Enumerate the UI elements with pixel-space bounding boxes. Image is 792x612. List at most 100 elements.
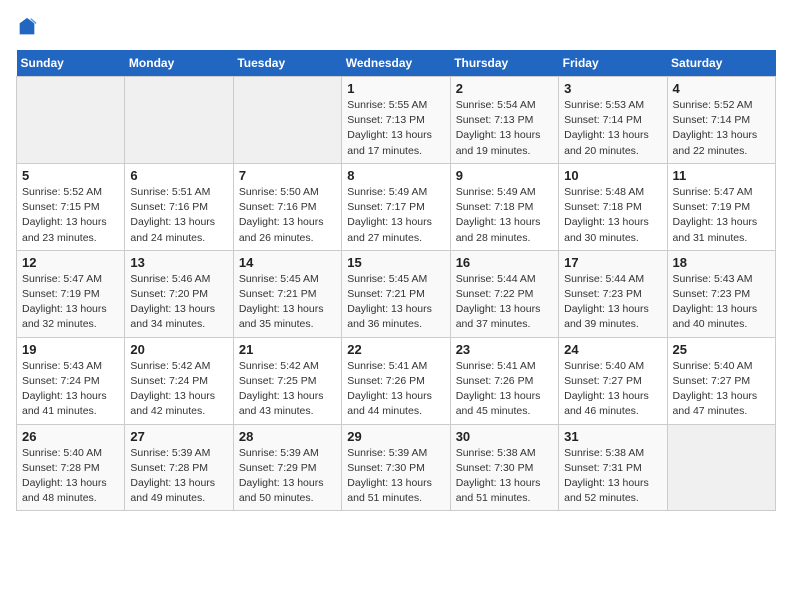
- calendar-cell: 18 Sunrise: 5:43 AMSunset: 7:23 PMDayligh…: [667, 250, 775, 337]
- day-number: 28: [239, 429, 336, 444]
- day-info: Sunrise: 5:49 AMSunset: 7:18 PMDaylight:…: [456, 185, 553, 246]
- day-number: 7: [239, 168, 336, 183]
- calendar-week-row: 19Sunrise: 5:43 AMSunset: 7:24 PMDayligh…: [17, 337, 776, 424]
- calendar-cell: 25 Sunrise: 5:40 AMSunset: 7:27 PMDayligh…: [667, 337, 775, 424]
- day-info: Sunrise: 5:38 AMSunset: 7:31 PMDaylight:…: [564, 446, 661, 507]
- calendar-cell: 9Sunrise: 5:49 AMSunset: 7:18 PMDaylight…: [450, 163, 558, 250]
- weekday-header: Saturday: [667, 50, 775, 77]
- calendar-cell: 2 Sunrise: 5:54 AMSunset: 7:13 PMDaylight…: [450, 77, 558, 164]
- day-info: Sunrise: 5:42 AMSunset: 7:25 PMDaylight:…: [239, 359, 336, 420]
- calendar-cell: 26 Sunrise: 5:40 AMSunset: 7:28 PMDayligh…: [17, 424, 125, 511]
- calendar-cell: [667, 424, 775, 511]
- day-number: 22: [347, 342, 444, 357]
- day-info: Sunrise: 5:50 AMSunset: 7:16 PMDaylight:…: [239, 185, 336, 246]
- day-number: 30: [456, 429, 553, 444]
- calendar-cell: 11 Sunrise: 5:47 AMSunset: 7:19 PMDayligh…: [667, 163, 775, 250]
- day-number: 6: [130, 168, 227, 183]
- calendar-cell: 23Sunrise: 5:41 AMSunset: 7:26 PMDayligh…: [450, 337, 558, 424]
- calendar-cell: 17Sunrise: 5:44 AMSunset: 7:23 PMDayligh…: [559, 250, 667, 337]
- calendar-cell: 30Sunrise: 5:38 AMSunset: 7:30 PMDayligh…: [450, 424, 558, 511]
- day-number: 10: [564, 168, 661, 183]
- day-number: 29: [347, 429, 444, 444]
- logo: [16, 16, 40, 38]
- day-number: 18: [673, 255, 770, 270]
- day-info: Sunrise: 5:54 AMSunset: 7:13 PMDaylight:…: [456, 98, 553, 159]
- calendar-cell: 7 Sunrise: 5:50 AMSunset: 7:16 PMDaylight…: [233, 163, 341, 250]
- day-info: Sunrise: 5:43 AMSunset: 7:23 PMDaylight:…: [673, 272, 770, 333]
- day-number: 12: [22, 255, 119, 270]
- calendar-cell: 27 Sunrise: 5:39 AMSunset: 7:28 PMDayligh…: [125, 424, 233, 511]
- calendar-cell: 24Sunrise: 5:40 AMSunset: 7:27 PMDayligh…: [559, 337, 667, 424]
- calendar-cell: 6 Sunrise: 5:51 AMSunset: 7:16 PMDaylight…: [125, 163, 233, 250]
- day-info: Sunrise: 5:49 AMSunset: 7:17 PMDaylight:…: [347, 185, 444, 246]
- day-number: 3: [564, 81, 661, 96]
- day-number: 16: [456, 255, 553, 270]
- calendar-cell: 8 Sunrise: 5:49 AMSunset: 7:17 PMDaylight…: [342, 163, 450, 250]
- calendar-cell: 29 Sunrise: 5:39 AMSunset: 7:30 PMDayligh…: [342, 424, 450, 511]
- day-info: Sunrise: 5:41 AMSunset: 7:26 PMDaylight:…: [347, 359, 444, 420]
- logo-icon: [16, 16, 38, 38]
- day-info: Sunrise: 5:40 AMSunset: 7:28 PMDaylight:…: [22, 446, 119, 507]
- day-info: Sunrise: 5:46 AMSunset: 7:20 PMDaylight:…: [130, 272, 227, 333]
- calendar-table: SundayMondayTuesdayWednesdayThursdayFrid…: [16, 50, 776, 511]
- day-info: Sunrise: 5:53 AMSunset: 7:14 PMDaylight:…: [564, 98, 661, 159]
- day-number: 31: [564, 429, 661, 444]
- calendar-cell: 28 Sunrise: 5:39 AMSunset: 7:29 PMDayligh…: [233, 424, 341, 511]
- day-info: Sunrise: 5:45 AMSunset: 7:21 PMDaylight:…: [347, 272, 444, 333]
- day-info: Sunrise: 5:52 AMSunset: 7:15 PMDaylight:…: [22, 185, 119, 246]
- calendar-cell: 22 Sunrise: 5:41 AMSunset: 7:26 PMDayligh…: [342, 337, 450, 424]
- day-number: 15: [347, 255, 444, 270]
- calendar-cell: 4 Sunrise: 5:52 AMSunset: 7:14 PMDaylight…: [667, 77, 775, 164]
- day-info: Sunrise: 5:52 AMSunset: 7:14 PMDaylight:…: [673, 98, 770, 159]
- calendar-cell: 14 Sunrise: 5:45 AMSunset: 7:21 PMDayligh…: [233, 250, 341, 337]
- calendar-cell: [17, 77, 125, 164]
- calendar-week-row: 5 Sunrise: 5:52 AMSunset: 7:15 PMDaylight…: [17, 163, 776, 250]
- day-number: 17: [564, 255, 661, 270]
- day-number: 11: [673, 168, 770, 183]
- day-info: Sunrise: 5:51 AMSunset: 7:16 PMDaylight:…: [130, 185, 227, 246]
- calendar-cell: 31 Sunrise: 5:38 AMSunset: 7:31 PMDayligh…: [559, 424, 667, 511]
- weekday-header: Tuesday: [233, 50, 341, 77]
- calendar-cell: [125, 77, 233, 164]
- day-number: 2: [456, 81, 553, 96]
- calendar-cell: 10 Sunrise: 5:48 AMSunset: 7:18 PMDayligh…: [559, 163, 667, 250]
- calendar-cell: 15 Sunrise: 5:45 AMSunset: 7:21 PMDayligh…: [342, 250, 450, 337]
- calendar-week-row: 12Sunrise: 5:47 AMSunset: 7:19 PMDayligh…: [17, 250, 776, 337]
- day-number: 14: [239, 255, 336, 270]
- calendar-cell: 20 Sunrise: 5:42 AMSunset: 7:24 PMDayligh…: [125, 337, 233, 424]
- day-number: 23: [456, 342, 553, 357]
- day-info: Sunrise: 5:39 AMSunset: 7:29 PMDaylight:…: [239, 446, 336, 507]
- calendar-week-row: 1 Sunrise: 5:55 AMSunset: 7:13 PMDaylight…: [17, 77, 776, 164]
- day-number: 26: [22, 429, 119, 444]
- day-info: Sunrise: 5:40 AMSunset: 7:27 PMDaylight:…: [673, 359, 770, 420]
- day-number: 8: [347, 168, 444, 183]
- weekday-header: Monday: [125, 50, 233, 77]
- calendar-cell: 19Sunrise: 5:43 AMSunset: 7:24 PMDayligh…: [17, 337, 125, 424]
- day-number: 25: [673, 342, 770, 357]
- day-number: 19: [22, 342, 119, 357]
- calendar-cell: 3 Sunrise: 5:53 AMSunset: 7:14 PMDaylight…: [559, 77, 667, 164]
- day-number: 4: [673, 81, 770, 96]
- day-info: Sunrise: 5:39 AMSunset: 7:30 PMDaylight:…: [347, 446, 444, 507]
- calendar-week-row: 26 Sunrise: 5:40 AMSunset: 7:28 PMDayligh…: [17, 424, 776, 511]
- weekday-header: Thursday: [450, 50, 558, 77]
- calendar-cell: [233, 77, 341, 164]
- day-number: 5: [22, 168, 119, 183]
- day-number: 20: [130, 342, 227, 357]
- day-number: 13: [130, 255, 227, 270]
- day-info: Sunrise: 5:47 AMSunset: 7:19 PMDaylight:…: [673, 185, 770, 246]
- calendar-cell: 21Sunrise: 5:42 AMSunset: 7:25 PMDayligh…: [233, 337, 341, 424]
- day-number: 1: [347, 81, 444, 96]
- calendar-cell: 12Sunrise: 5:47 AMSunset: 7:19 PMDayligh…: [17, 250, 125, 337]
- day-info: Sunrise: 5:45 AMSunset: 7:21 PMDaylight:…: [239, 272, 336, 333]
- calendar-cell: 5 Sunrise: 5:52 AMSunset: 7:15 PMDaylight…: [17, 163, 125, 250]
- page-header: [16, 16, 776, 38]
- calendar-cell: 13 Sunrise: 5:46 AMSunset: 7:20 PMDayligh…: [125, 250, 233, 337]
- weekday-header-row: SundayMondayTuesdayWednesdayThursdayFrid…: [17, 50, 776, 77]
- day-info: Sunrise: 5:48 AMSunset: 7:18 PMDaylight:…: [564, 185, 661, 246]
- day-info: Sunrise: 5:42 AMSunset: 7:24 PMDaylight:…: [130, 359, 227, 420]
- day-info: Sunrise: 5:39 AMSunset: 7:28 PMDaylight:…: [130, 446, 227, 507]
- day-number: 27: [130, 429, 227, 444]
- day-info: Sunrise: 5:55 AMSunset: 7:13 PMDaylight:…: [347, 98, 444, 159]
- day-info: Sunrise: 5:40 AMSunset: 7:27 PMDaylight:…: [564, 359, 661, 420]
